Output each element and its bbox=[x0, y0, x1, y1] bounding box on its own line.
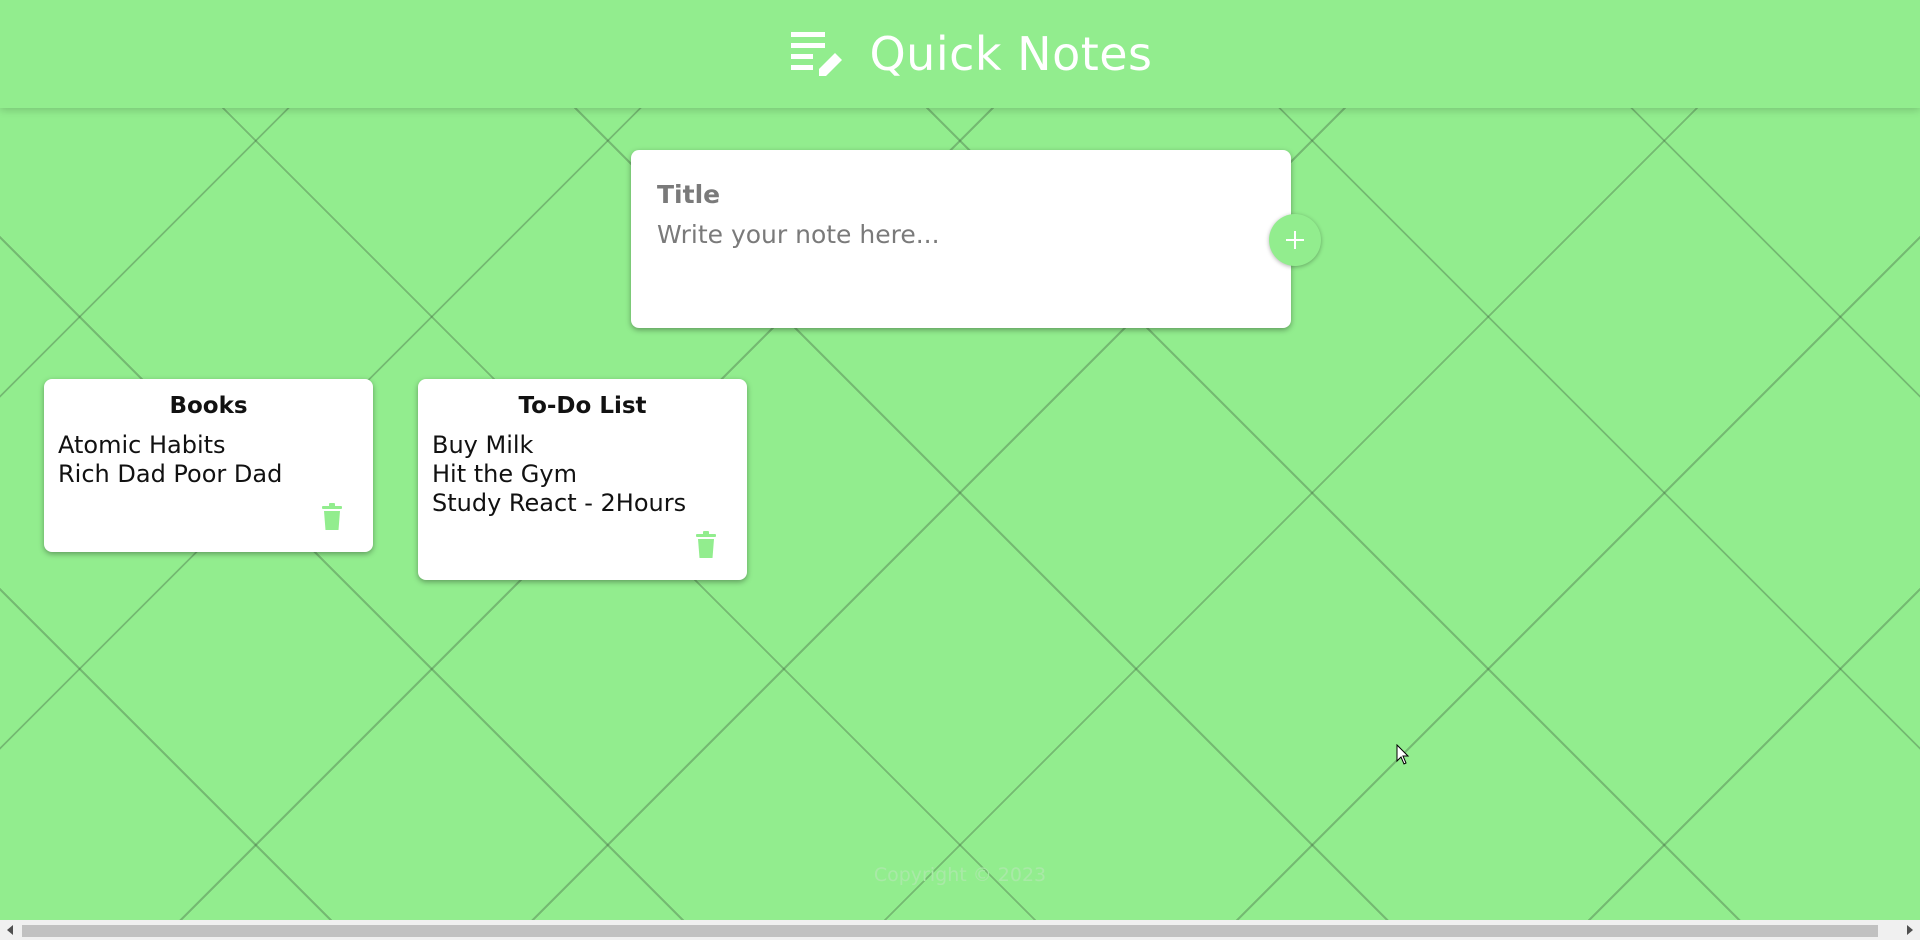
trash-icon[interactable] bbox=[321, 503, 343, 531]
compose-note-card bbox=[631, 150, 1291, 328]
note-title: Books bbox=[169, 393, 248, 419]
plus-icon bbox=[1286, 231, 1304, 249]
note-line: Study React - 2Hours bbox=[432, 489, 687, 517]
horizontal-scrollbar[interactable] bbox=[0, 920, 1920, 940]
copyright-footer: Copyright © 2023 bbox=[873, 864, 1047, 886]
note-card: To-Do List Buy Milk Hit the Gym Study Re… bbox=[418, 379, 747, 580]
note-line: Atomic Habits bbox=[58, 431, 226, 459]
note-card: Books Atomic Habits Rich Dad Poor Dad bbox=[44, 379, 373, 552]
notes-edit-icon bbox=[791, 32, 843, 76]
note-title-input[interactable] bbox=[657, 176, 1257, 212]
note-title: To-Do List bbox=[518, 393, 647, 419]
scroll-left-arrow-icon[interactable] bbox=[0, 920, 20, 940]
trash-icon[interactable] bbox=[695, 531, 717, 559]
scrollbar-thumb[interactable] bbox=[22, 925, 1878, 937]
mouse-pointer-icon bbox=[1396, 744, 1410, 765]
app-title: Quick Notes bbox=[869, 27, 1153, 81]
add-note-button[interactable] bbox=[1269, 214, 1321, 266]
note-line: Hit the Gym bbox=[432, 460, 577, 488]
app-header: Quick Notes bbox=[0, 0, 1920, 108]
note-line: Rich Dad Poor Dad bbox=[58, 460, 283, 488]
note-content-input[interactable] bbox=[657, 220, 1257, 310]
note-line: Buy Milk bbox=[432, 431, 534, 459]
scroll-right-arrow-icon[interactable] bbox=[1900, 920, 1920, 940]
